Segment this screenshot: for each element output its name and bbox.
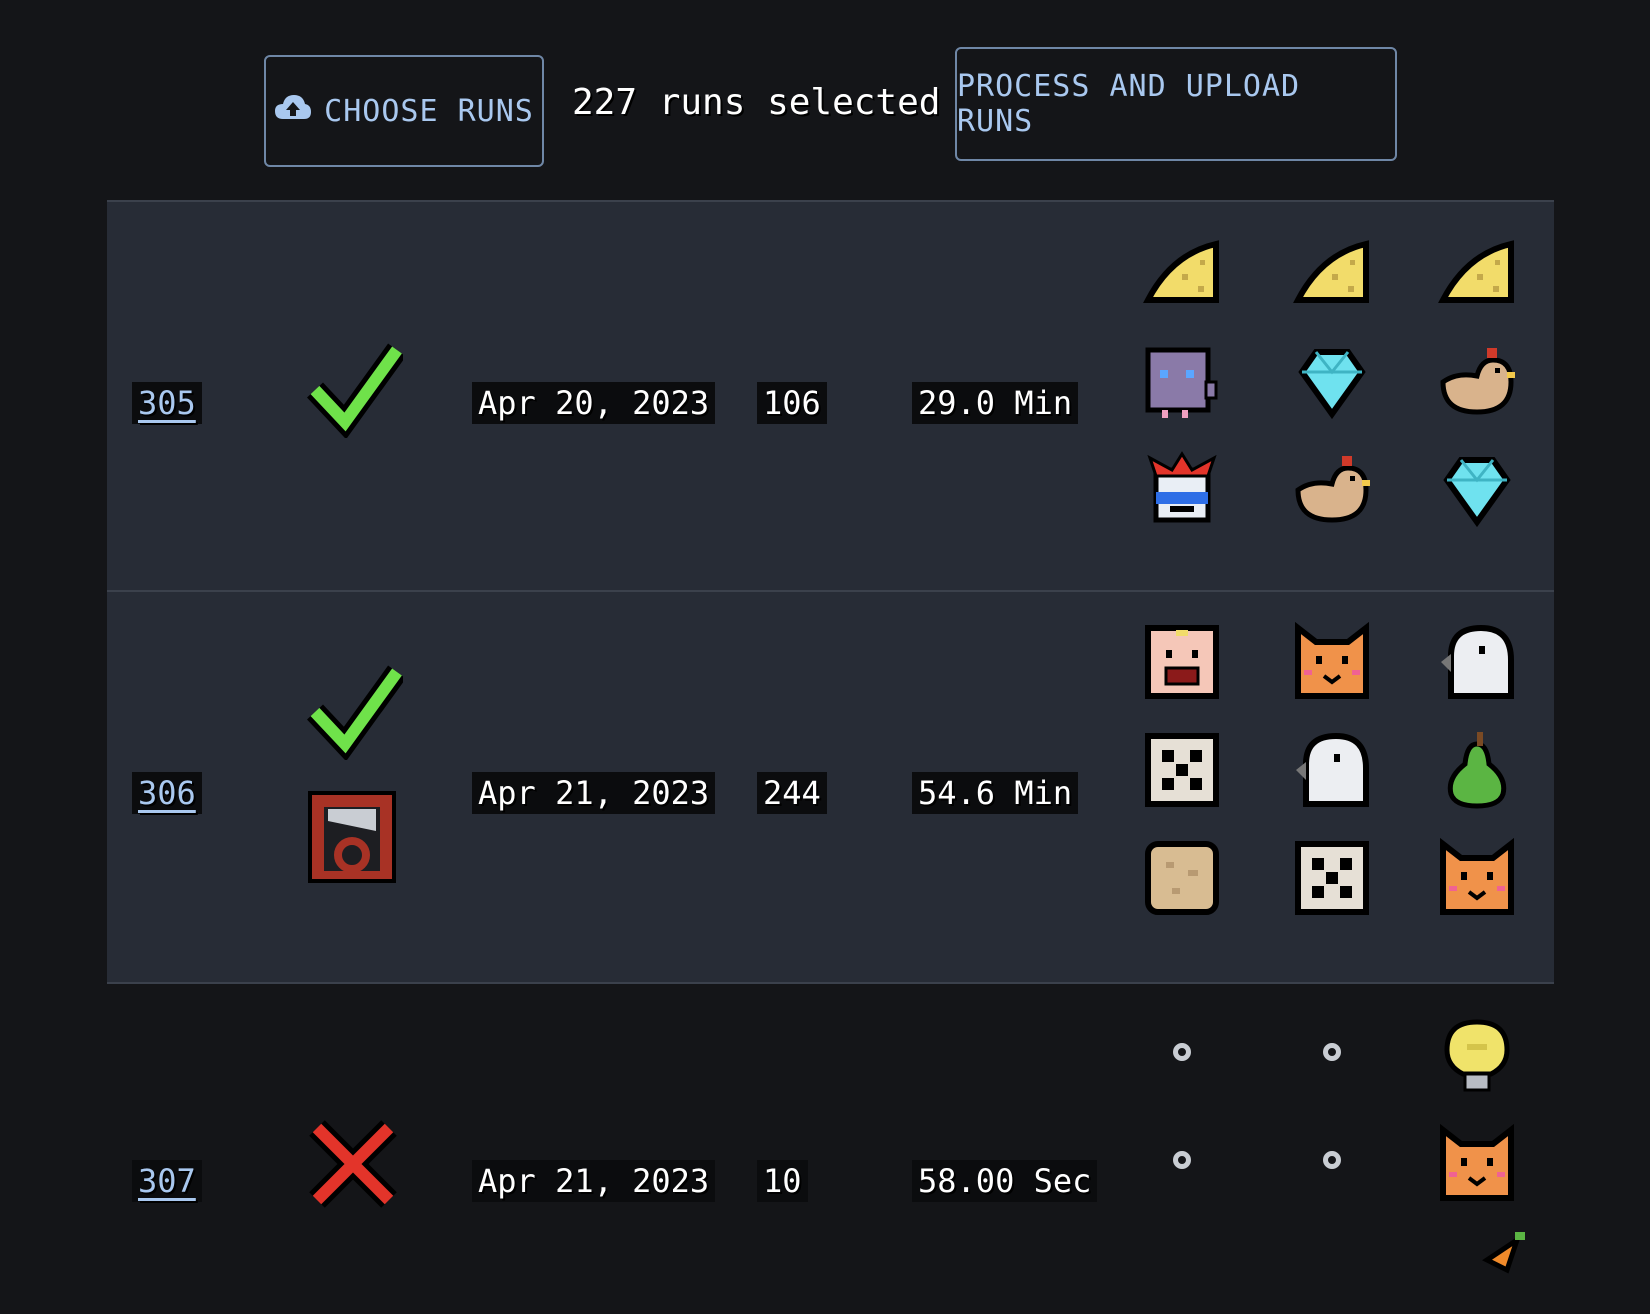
selected-count-text: 227 runs selected bbox=[572, 82, 941, 123]
run-duration: 58.00 Sec bbox=[912, 1160, 1098, 1202]
dice-icon bbox=[1292, 838, 1372, 918]
empty-slot-icon bbox=[1173, 1151, 1191, 1169]
cat-icon bbox=[1437, 837, 1517, 918]
cross-icon bbox=[307, 1118, 399, 1214]
cloud-upload-icon bbox=[274, 92, 312, 130]
run-score: 106 bbox=[757, 382, 827, 424]
ghost-icon bbox=[1292, 730, 1372, 810]
run-date: Apr 21, 2023 bbox=[472, 772, 716, 814]
run-score: 10 bbox=[757, 1160, 808, 1202]
rat-icon bbox=[1142, 342, 1222, 422]
run-date: Apr 20, 2023 bbox=[472, 382, 716, 424]
run-duration: 29.0 Min bbox=[912, 382, 1079, 424]
chicken-icon bbox=[1437, 342, 1517, 422]
cheese-icon bbox=[1437, 234, 1517, 314]
empty-slot-icon bbox=[1173, 1043, 1191, 1061]
process-upload-label: PROCESS AND UPLOAD RUNS bbox=[957, 69, 1301, 139]
run-id-link[interactable]: 306 bbox=[132, 772, 202, 814]
cheese-icon bbox=[1292, 234, 1372, 314]
run-row: 306 Apr 21, 2023 244 54.6 Min bbox=[107, 590, 1554, 984]
toolbar: CHOOSE RUNS 227 runs selected PROCESS AN… bbox=[0, 0, 1650, 200]
cat-icon bbox=[1292, 621, 1372, 702]
run-score: 244 bbox=[757, 772, 827, 814]
run-date: Apr 21, 2023 bbox=[472, 1160, 716, 1202]
empty-slot-icon bbox=[1323, 1151, 1341, 1169]
run-row: 305 Apr 20, 2023 106 29.0 Min bbox=[107, 200, 1554, 592]
diamond-icon bbox=[1292, 342, 1372, 422]
carrot-icon bbox=[1457, 1230, 1537, 1310]
diamond-icon bbox=[1437, 450, 1517, 530]
guillotine-icon bbox=[302, 787, 402, 891]
cookie-icon bbox=[1142, 838, 1222, 918]
jester-icon bbox=[1142, 450, 1222, 530]
run-id-link[interactable]: 307 bbox=[132, 1160, 202, 1202]
process-upload-button[interactable]: PROCESS AND UPLOAD RUNS bbox=[955, 47, 1397, 161]
check-icon bbox=[306, 664, 406, 764]
ghost-icon bbox=[1437, 622, 1517, 702]
lightbulb-icon bbox=[1437, 1016, 1517, 1096]
choose-runs-button[interactable]: CHOOSE RUNS bbox=[264, 55, 544, 167]
dice-icon bbox=[1142, 730, 1222, 810]
run-id-link[interactable]: 305 bbox=[132, 382, 202, 424]
run-duration: 54.6 Min bbox=[912, 772, 1079, 814]
pear-icon bbox=[1437, 730, 1517, 810]
baby-face-icon bbox=[1142, 622, 1222, 702]
empty-slot-icon bbox=[1323, 1043, 1341, 1061]
cheese-icon bbox=[1142, 234, 1222, 314]
check-icon bbox=[306, 342, 406, 442]
cat-icon bbox=[1437, 1123, 1517, 1204]
chicken-icon bbox=[1292, 450, 1372, 530]
choose-runs-label: CHOOSE RUNS bbox=[324, 93, 534, 129]
run-row: 307 Apr 21, 2023 10 58.00 Sec bbox=[107, 982, 1554, 1274]
